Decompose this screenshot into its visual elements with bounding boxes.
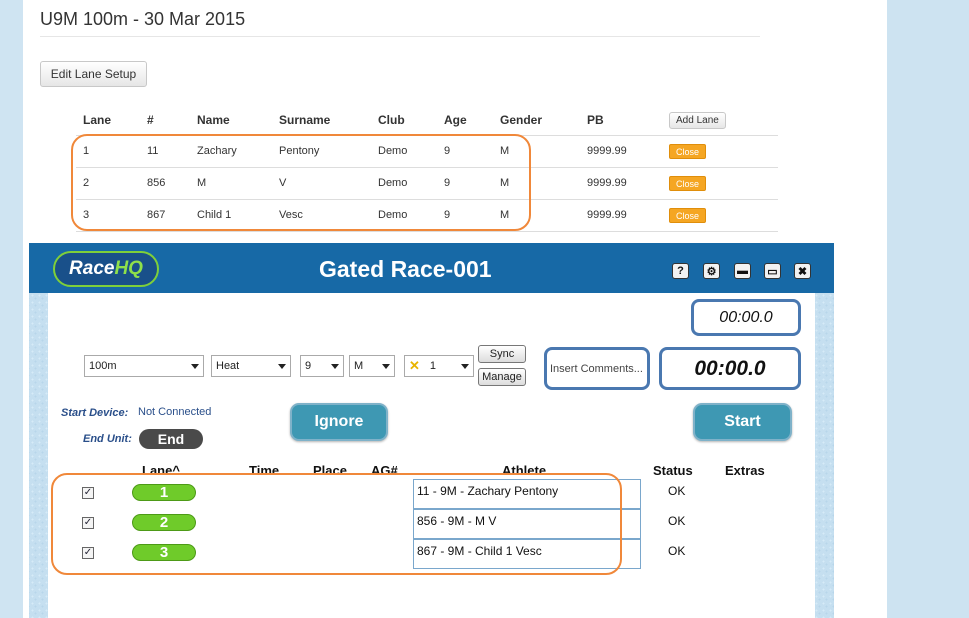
close-lane-button[interactable]: Close	[669, 207, 706, 223]
timer-small: 00:00.0	[691, 299, 801, 336]
add-lane-button[interactable]: Add Lane	[669, 111, 726, 129]
chevron-down-icon	[461, 364, 469, 369]
edit-lane-setup-button[interactable]: Edit Lane Setup	[40, 61, 147, 87]
chevron-down-icon	[331, 364, 339, 369]
col-club: Club	[371, 106, 437, 136]
right-gutter	[887, 0, 969, 618]
highlight-annotation-athletes	[51, 473, 622, 575]
minimize-icon[interactable]: ▬	[734, 263, 751, 279]
cell-pb: 9999.99	[580, 135, 662, 168]
status-cell: OK	[668, 514, 686, 528]
racehq-window: Race HQ Gated Race-001 ? ⚙ ▬ ▭ ✖ 00:00.0 …	[29, 243, 834, 618]
title-divider	[40, 36, 760, 37]
comments-input[interactable]: Insert Comments...	[544, 347, 650, 390]
gender-select-value: M	[354, 360, 364, 372]
event-select-value: 100m	[89, 360, 117, 372]
cell-actions: Close	[662, 135, 778, 168]
start-device-status[interactable]: Not Connected	[138, 406, 211, 418]
col-number: #	[140, 106, 190, 136]
event-select[interactable]: 100m	[84, 355, 204, 377]
logo-race-text: Race	[69, 258, 115, 279]
col-lane: Lane	[76, 106, 140, 136]
chevron-down-icon	[191, 364, 199, 369]
chevron-down-icon	[278, 364, 286, 369]
clear-icon[interactable]: ✕	[409, 358, 420, 374]
cell-pb: 9999.99	[580, 167, 662, 200]
col-extras: Extras	[725, 463, 765, 478]
lane-table-header: Lane # Name Surname Club Age Gender PB A…	[76, 106, 778, 136]
ignore-button[interactable]: Ignore	[290, 403, 388, 441]
col-gender: Gender	[493, 106, 580, 136]
end-button[interactable]: End	[139, 429, 203, 449]
col-age: Age	[437, 106, 493, 136]
round-select-value: Heat	[216, 360, 240, 372]
status-cell: OK	[668, 544, 686, 558]
start-button[interactable]: Start	[693, 403, 792, 441]
close-lane-button[interactable]: Close	[669, 143, 706, 159]
col-pb: PB	[580, 106, 662, 136]
cell-pb: 9999.99	[580, 199, 662, 232]
status-cell: OK	[668, 484, 686, 498]
heat-select-value: 1	[429, 360, 437, 372]
col-name: Name	[190, 106, 272, 136]
close-icon[interactable]: ✖	[794, 263, 811, 279]
timer-main: 00:00.0	[659, 347, 801, 390]
col-actions: Add Lane	[662, 106, 778, 136]
end-unit-label: End Unit:	[83, 433, 132, 445]
heat-select[interactable]: ✕ 1	[404, 355, 474, 377]
racehq-logo: Race HQ	[53, 251, 159, 287]
cell-actions: Close	[662, 167, 778, 200]
close-lane-button[interactable]: Close	[669, 175, 706, 191]
chevron-down-icon	[382, 364, 390, 369]
start-device-label: Start Device:	[61, 407, 129, 419]
racehq-header: Race HQ Gated Race-001 ? ⚙ ▬ ▭ ✖	[29, 243, 834, 293]
round-select[interactable]: Heat	[211, 355, 291, 377]
logo-hq-text: HQ	[114, 258, 143, 279]
help-icon[interactable]: ?	[672, 263, 689, 279]
age-select[interactable]: 9	[300, 355, 344, 377]
age-select-value: 9	[305, 360, 312, 372]
sync-button[interactable]: Sync	[478, 345, 526, 363]
page-title: U9M 100m - 30 Mar 2015	[40, 9, 246, 29]
col-surname: Surname	[272, 106, 371, 136]
col-status: Status	[653, 463, 693, 478]
gear-icon[interactable]: ⚙	[703, 263, 720, 279]
maximize-icon[interactable]: ▭	[764, 263, 781, 279]
race-title: Gated Race-001	[319, 256, 492, 282]
highlight-annotation-lanes	[71, 134, 531, 231]
cell-actions: Close	[662, 199, 778, 232]
gender-select[interactable]: M	[349, 355, 395, 377]
manage-button[interactable]: Manage	[478, 368, 526, 386]
